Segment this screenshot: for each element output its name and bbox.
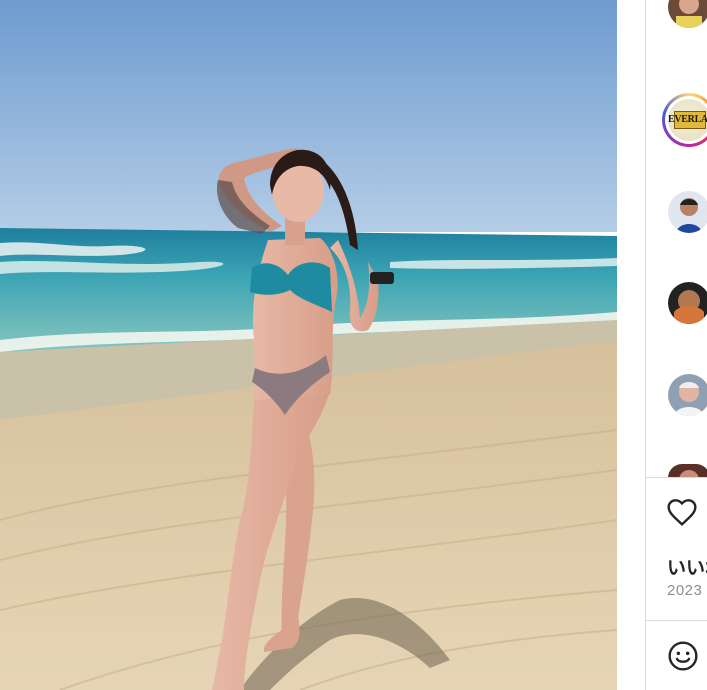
brand-avatar-text: EVERLAST [668,114,707,125]
likes-label[interactable]: いいね [667,553,707,580]
avatar-ring-inner: EVERLAST [665,96,707,144]
avatar[interactable] [668,374,707,416]
brand-avatar: EVERLAST [668,99,707,141]
avatar[interactable] [668,0,707,28]
divider [646,477,707,478]
heart-icon[interactable] [666,497,698,529]
avatar[interactable] [668,464,707,478]
post-date: 2023 [667,582,703,599]
avatar[interactable] [668,282,707,324]
side-panel: EVERLAST いいね 2023 [645,0,707,690]
content-gap [617,0,645,690]
emoji-icon[interactable] [667,640,699,672]
avatar-story-ring[interactable]: EVERLAST [662,93,707,147]
divider [646,620,707,621]
watch [370,272,394,284]
post-photo[interactable] [0,0,617,690]
avatar[interactable] [668,191,707,233]
